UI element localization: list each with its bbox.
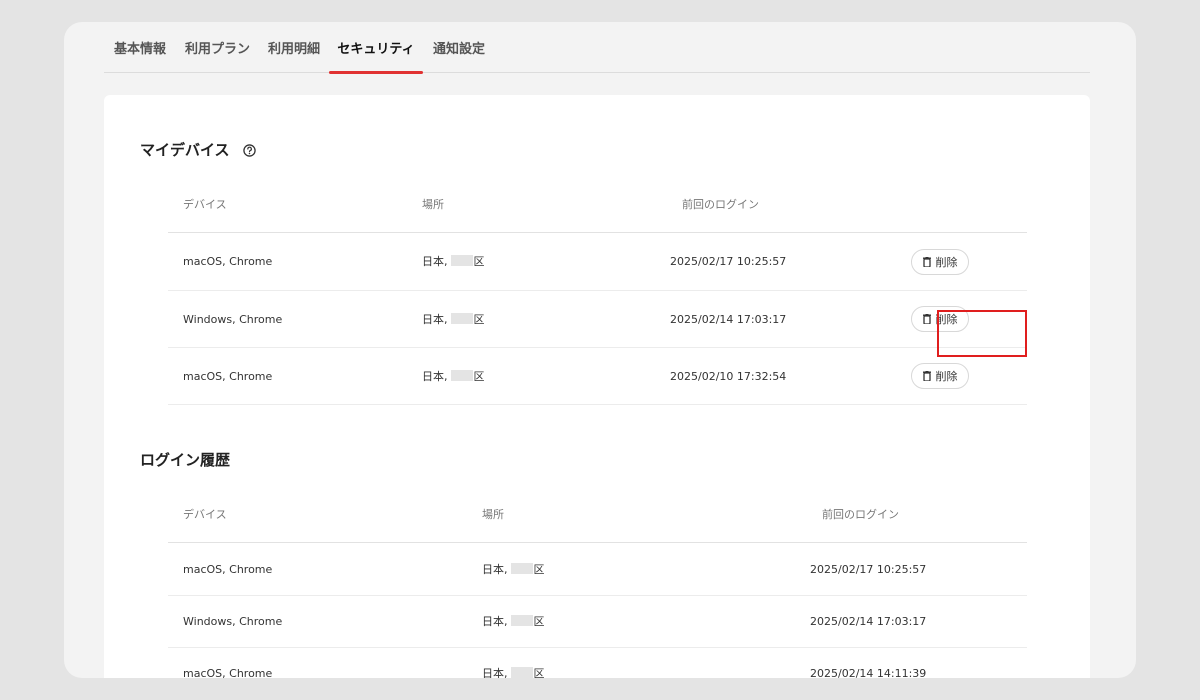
trash-icon [922,371,931,381]
redacted-block [510,667,533,678]
login-history-title: ログイン履歴 [140,451,231,469]
tab-bar: 基本情報 利用プラン 利用明細 セキュリティ 通知設定 [104,22,1090,74]
last-login-cell: 2025/02/10 17:32:54 [670,370,787,383]
last-login-cell: 2025/02/14 17:03:17 [670,313,787,326]
tab-plan[interactable]: 利用プラン [185,22,250,73]
trash-icon [922,314,931,324]
tab-basic-info[interactable]: 基本情報 [114,22,166,73]
location-country: 日本, [422,370,448,383]
redacted-block [510,615,533,626]
redacted-block [510,563,533,574]
device-cell: Windows, Chrome [183,313,283,326]
location-country: 日本, [422,313,448,326]
location-ward: 区 [473,313,485,326]
location-cell: 日本, 区 [422,348,485,405]
redacted-block [450,370,473,381]
device-cell: macOS, Chrome [183,563,273,576]
device-cell: Windows, Chrome [183,615,283,628]
settings-window: 基本情報 利用プラン 利用明細 セキュリティ 通知設定 マイデバイス デバイス … [64,22,1136,678]
location-cell: 日本, 区 [482,648,545,678]
table-row: macOS, Chrome 日本, 区 2025/02/17 10:25:57 [168,543,1027,596]
header-location: 場所 [422,198,444,211]
redacted-block [450,255,473,266]
table-row: macOS, Chrome 日本, 区 2025/02/14 14:11:39 [168,648,1027,678]
location-ward: 区 [533,667,545,678]
my-devices-heading: マイデバイス [140,139,256,161]
table-row: macOS, Chrome 日本, 区 2025/02/10 17:32:54 削… [168,348,1027,405]
device-cell: macOS, Chrome [183,255,273,268]
delete-device-button[interactable]: 削除 [911,363,969,389]
my-devices-table: デバイス 場所 前回のログイン macOS, Chrome 日本, 区 2025/… [168,177,1027,405]
table-row: Windows, Chrome 日本, 区 2025/02/14 17:03:17 [168,596,1027,648]
location-cell: 日本, 区 [482,543,545,596]
location-country: 日本, [482,615,508,628]
table-row: Windows, Chrome 日本, 区 2025/02/14 17:03:17… [168,291,1027,348]
tab-security[interactable]: セキュリティ [329,22,423,74]
security-card: マイデバイス デバイス 場所 前回のログイン macOS, Chrome 日本,… [104,95,1090,678]
location-country: 日本, [482,563,508,576]
header-last-login: 前回のログイン [822,508,899,521]
redacted-block [450,313,473,324]
location-ward: 区 [473,370,485,383]
location-cell: 日本, 区 [482,596,545,648]
header-location: 場所 [482,508,504,521]
last-login-cell: 2025/02/14 17:03:17 [810,615,927,628]
location-country: 日本, [482,667,508,678]
device-cell: macOS, Chrome [183,370,273,383]
last-login-cell: 2025/02/17 10:25:57 [670,255,787,268]
tab-billing[interactable]: 利用明細 [268,22,320,73]
table-header: デバイス 場所 前回のログイン [168,487,1027,543]
location-cell: 日本, 区 [422,233,485,291]
device-cell: macOS, Chrome [183,667,273,678]
last-login-cell: 2025/02/17 10:25:57 [810,563,927,576]
header-device: デバイス [183,198,227,211]
header-device: デバイス [183,508,227,521]
delete-device-button[interactable]: 削除 [911,248,969,275]
delete-label: 削除 [935,255,958,269]
location-ward: 区 [473,255,485,268]
login-history-heading: ログイン履歴 [140,449,230,470]
location-cell: 日本, 区 [422,291,485,348]
table-row: macOS, Chrome 日本, 区 2025/02/17 10:25:57 削… [168,233,1027,291]
trash-icon [922,256,931,267]
header-last-login: 前回のログイン [682,198,759,211]
location-country: 日本, [422,255,448,268]
location-ward: 区 [533,615,545,628]
help-icon[interactable] [243,143,256,161]
highlight-box [937,310,1027,357]
location-ward: 区 [533,563,545,576]
tab-notifications[interactable]: 通知設定 [433,22,485,73]
delete-label: 削除 [935,370,958,383]
table-header: デバイス 場所 前回のログイン [168,177,1027,233]
login-history-table: デバイス 場所 前回のログイン macOS, Chrome 日本, 区 2025/… [168,487,1027,678]
last-login-cell: 2025/02/14 14:11:39 [810,667,927,678]
my-devices-title: マイデバイス [140,141,230,159]
